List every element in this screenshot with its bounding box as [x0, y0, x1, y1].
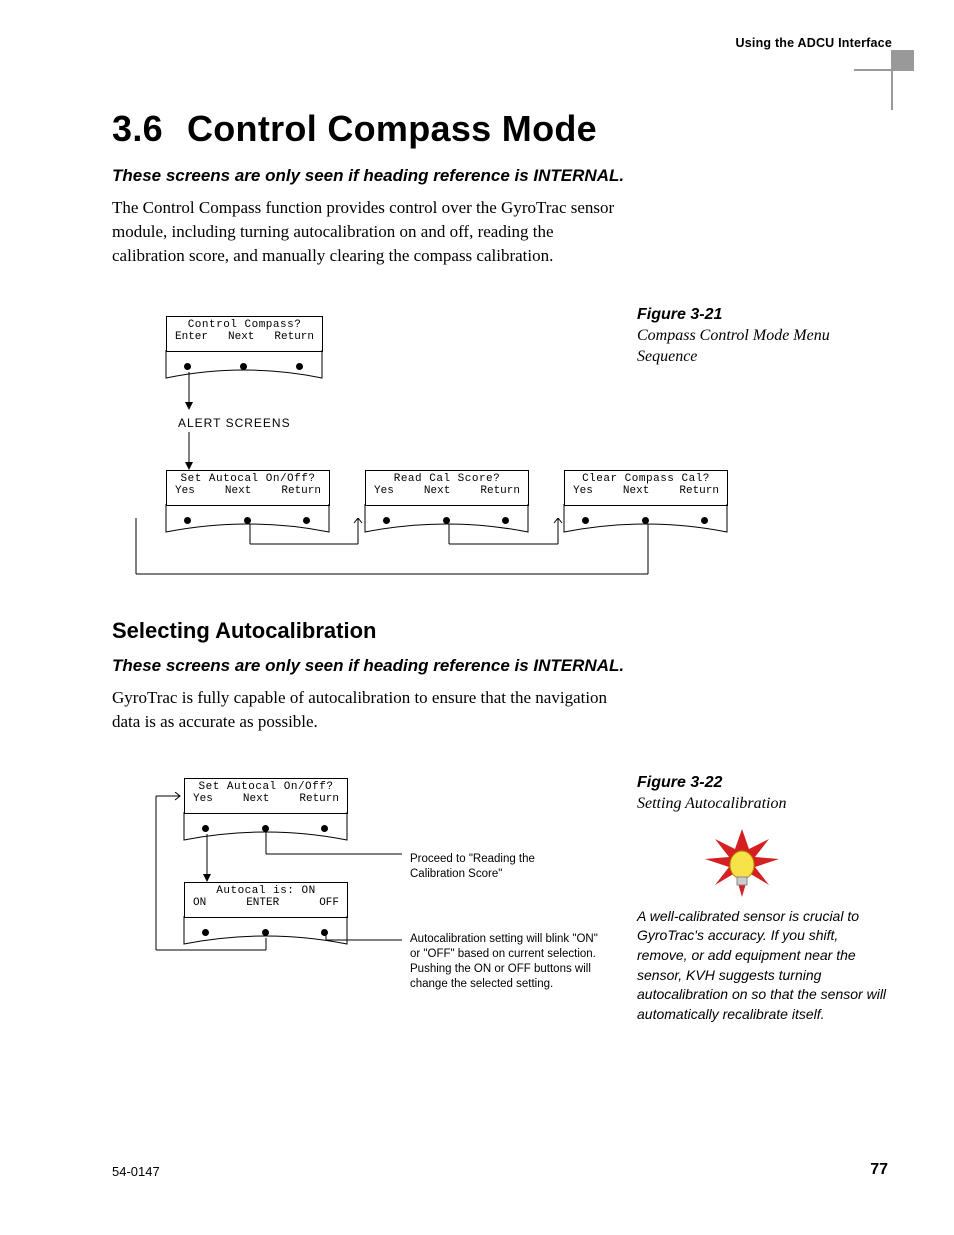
lcd-read-cal-score: Read Cal Score? Yes Next Return	[365, 470, 529, 506]
alert-screens-label: ALERT SCREENS	[178, 416, 291, 430]
lcd-btn-left: Yes	[573, 485, 593, 497]
footer-docnum: 54-0147	[112, 1164, 160, 1179]
lcd-title: Set Autocal On/Off?	[185, 779, 347, 793]
page-title: 3.6 Control Compass Mode	[112, 108, 852, 150]
lcd-btn-mid: Next	[225, 485, 251, 497]
lcd-title: Control Compass?	[167, 317, 322, 331]
lcd-btn-right: OFF	[319, 897, 339, 909]
connector-line	[262, 830, 402, 860]
lcd-btn-mid: Next	[424, 485, 450, 497]
annotation-blink: Autocalibration setting will blink "ON" …	[410, 932, 610, 992]
lcd-curve-icon	[152, 350, 337, 390]
lcd-btn-mid: Next	[228, 331, 254, 343]
figure-21-label: Figure 3-21	[637, 306, 867, 324]
annotation-proceed: Proceed to "Reading the Calibration Scor…	[410, 852, 560, 882]
lcd-set-autocal: Set Autocal On/Off? Yes Next Return	[166, 470, 330, 506]
header-section: Using the ADCU Interface	[736, 36, 892, 50]
figure-22-desc: Setting Autocalibration	[637, 794, 887, 815]
loop-back-connector	[150, 792, 270, 952]
figure-22-caption: Figure 3-22 Setting Autocalibration A we…	[637, 774, 887, 1038]
calibration-sidenote: A well-calibrated sensor is crucial to G…	[637, 907, 887, 1025]
button-dot	[240, 363, 247, 370]
connector-line	[322, 934, 402, 954]
intro-paragraph: The Control Compass function provides co…	[112, 196, 622, 267]
figure-22-label: Figure 3-22	[637, 774, 887, 792]
internal-note-2: These screens are only seen if heading r…	[112, 656, 852, 676]
lcd-title: Set Autocal On/Off?	[167, 471, 329, 485]
section-number: 3.6	[112, 108, 163, 149]
internal-note-1: These screens are only seen if heading r…	[112, 166, 852, 186]
lcd-control-compass: Control Compass? Enter Next Return	[166, 316, 323, 352]
subheading-autocalibration: Selecting Autocalibration	[112, 618, 852, 644]
registration-mark-icon	[854, 50, 914, 110]
section-title: Control Compass Mode	[187, 108, 597, 149]
idea-bulb-icon	[697, 829, 787, 899]
lcd-btn-right: Return	[299, 793, 339, 805]
figure-21-caption: Figure 3-21 Compass Control Mode Menu Se…	[637, 306, 867, 368]
button-dot	[184, 363, 191, 370]
autocal-paragraph: GyroTrac is fully capable of autocalibra…	[112, 686, 622, 734]
lcd-title: Clear Compass Cal?	[565, 471, 727, 485]
button-dot	[296, 363, 303, 370]
lcd-btn-right: Return	[274, 331, 314, 343]
figure-21-desc: Compass Control Mode Menu Sequence	[637, 326, 867, 368]
lcd-btn-left: Yes	[374, 485, 394, 497]
arrow-down-icon	[183, 372, 195, 410]
flow-connectors	[128, 518, 748, 582]
lcd-clear-compass-cal: Clear Compass Cal? Yes Next Return	[564, 470, 728, 506]
footer-pagenum: 77	[870, 1161, 888, 1179]
lcd-btn-right: Return	[281, 485, 321, 497]
lcd-btn-mid: Next	[623, 485, 649, 497]
lcd-title: Read Cal Score?	[366, 471, 528, 485]
lcd-btn-left: Yes	[175, 485, 195, 497]
lcd-btn-right: Return	[480, 485, 520, 497]
arrow-down-icon	[183, 432, 195, 470]
lcd-btn-right: Return	[679, 485, 719, 497]
lcd-btn-left: Enter	[175, 331, 208, 343]
